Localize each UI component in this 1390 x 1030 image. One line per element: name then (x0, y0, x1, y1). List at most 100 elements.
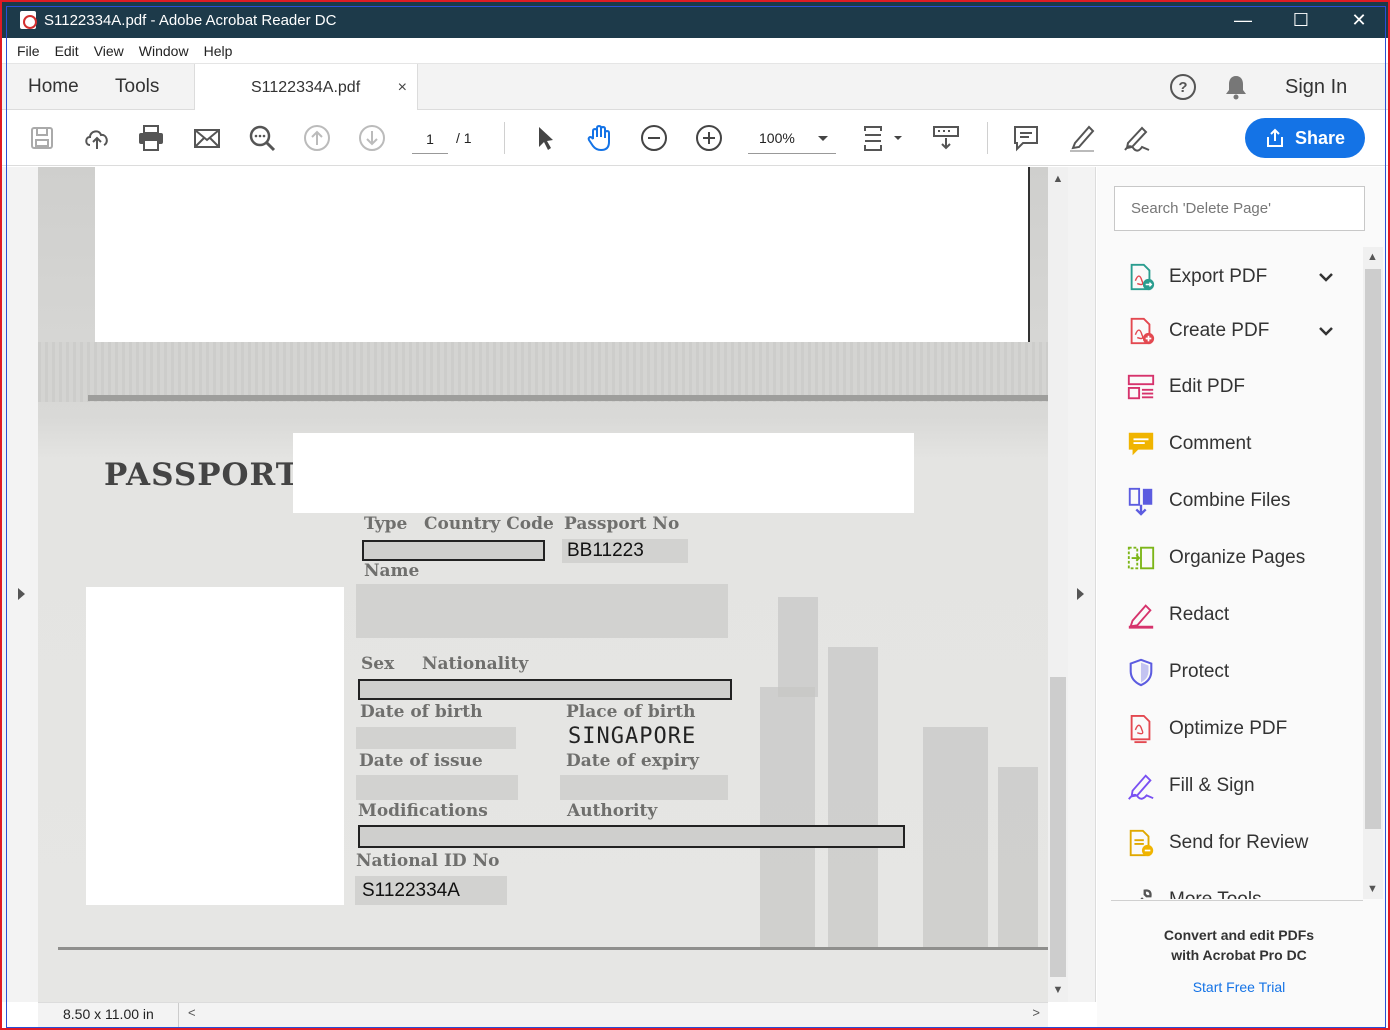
fill-sign-icon (1125, 770, 1157, 802)
tool-more-tools[interactable]: More Tools (1097, 880, 1362, 899)
tool-label: Edit PDF (1169, 376, 1246, 397)
pdf-file-icon (20, 11, 37, 29)
maximize-button[interactable]: ☐ (1272, 2, 1330, 38)
page-number-input[interactable]: 1 (412, 128, 448, 154)
expand-left-pane-icon[interactable] (18, 588, 25, 600)
page-texture-band (38, 342, 1048, 402)
menu-window[interactable]: Window (139, 43, 189, 59)
field-date-of-birth (356, 727, 516, 749)
value-place-of-birth: SINGAPORE (568, 724, 697, 749)
value-passport-no: BB11223 (567, 540, 644, 561)
hand-tool-icon[interactable] (583, 122, 615, 154)
email-icon[interactable] (191, 122, 223, 154)
next-page-icon[interactable] (356, 122, 388, 154)
upload-cloud-icon[interactable] (81, 122, 113, 154)
document-scrollbar[interactable]: ▲ ▼ (1048, 167, 1068, 1002)
help-icon[interactable]: ? (1170, 74, 1196, 100)
chevron-down-icon[interactable] (1316, 321, 1336, 341)
scroll-left-icon[interactable]: < (188, 1005, 196, 1020)
scrollbar-thumb[interactable] (1365, 269, 1381, 829)
redacted-photo-area (86, 587, 344, 905)
tool-protect[interactable]: Protect (1097, 652, 1362, 692)
field-modifications-authority (358, 825, 905, 848)
scrolling-mode-icon[interactable] (930, 122, 962, 154)
sign-in-button[interactable]: Sign In (1285, 76, 1347, 99)
scroll-up-icon[interactable]: ▲ (1367, 251, 1378, 263)
status-bar: 8.50 x 11.00 in < > (38, 1002, 1048, 1028)
background-pattern (923, 727, 988, 947)
document-view[interactable]: PASSPORT Type Country Code Passport No B… (38, 167, 1048, 1002)
tool-label: Optimize PDF (1169, 718, 1288, 739)
tab-home[interactable]: Home (28, 64, 79, 110)
minimize-button[interactable]: — (1214, 2, 1272, 38)
zoom-out-icon[interactable] (638, 122, 670, 154)
tabs-bar: Home Tools S1122334A.pdf × ? Sign In (2, 64, 1388, 111)
tool-organize-pages[interactable]: Organize Pages (1097, 538, 1362, 578)
chevron-down-icon[interactable] (1316, 267, 1336, 287)
combine-files-icon (1125, 485, 1157, 517)
scroll-down-icon[interactable]: ▼ (1052, 984, 1064, 996)
tool-create-pdf[interactable]: Create PDF (1097, 311, 1362, 351)
tool-label: Comment (1169, 433, 1252, 454)
zoom-in-icon[interactable] (693, 122, 725, 154)
menu-bar: File Edit View Window Help (2, 38, 1388, 64)
redacted-area-top (95, 167, 1030, 342)
menu-edit[interactable]: Edit (55, 43, 79, 59)
comment-icon[interactable] (1010, 122, 1042, 154)
tool-export-pdf[interactable]: Export PDF (1097, 257, 1362, 297)
share-button[interactable]: Share (1245, 118, 1365, 158)
window-title: S1122334A.pdf - Adobe Acrobat Reader DC (44, 11, 337, 29)
share-label: Share (1294, 127, 1346, 148)
tab-tools[interactable]: Tools (115, 64, 159, 110)
tool-redact[interactable]: Redact (1097, 595, 1362, 635)
right-pane-toggle[interactable] (1068, 167, 1096, 1002)
window-controls: — ☐ ✕ (1214, 2, 1388, 38)
page-size-readout: 8.50 x 11.00 in (63, 1006, 154, 1022)
value-national-id-no: S1122334A (362, 880, 460, 901)
tool-label: More Tools (1169, 889, 1262, 899)
scroll-down-icon[interactable]: ▼ (1367, 883, 1378, 895)
tab-document[interactable]: S1122334A.pdf × (194, 64, 418, 111)
tab-document-label: S1122334A.pdf (251, 78, 361, 96)
zoom-level-dropdown[interactable]: 100% (748, 126, 836, 154)
menu-file[interactable]: File (17, 43, 40, 59)
label-authority: Authority (567, 801, 658, 821)
select-cursor-icon[interactable] (528, 122, 560, 154)
start-free-trial-link[interactable]: Start Free Trial (1097, 979, 1381, 995)
tool-label: Protect (1169, 661, 1230, 682)
collapse-right-pane-icon[interactable] (1077, 588, 1084, 600)
previous-page-icon[interactable] (301, 122, 333, 154)
fill-sign-pen-icon[interactable] (1121, 122, 1153, 154)
tools-pane: Search 'Delete Page' Export PDF Create P… (1097, 167, 1388, 1028)
tool-edit-pdf[interactable]: Edit PDF (1097, 367, 1362, 407)
notifications-bell-icon[interactable] (1224, 74, 1248, 100)
field-sex-nationality (358, 679, 732, 700)
scroll-right-icon[interactable]: > (1032, 1005, 1040, 1020)
field-date-of-expiry (560, 775, 728, 800)
print-icon[interactable] (135, 122, 167, 154)
tools-pane-scrollbar[interactable]: ▲ ▼ (1363, 247, 1383, 899)
main-toolbar: 1 / 1 100% Share (2, 110, 1388, 166)
close-window-button[interactable]: ✕ (1330, 2, 1388, 38)
tool-optimize-pdf[interactable]: Optimize PDF (1097, 709, 1362, 749)
close-tab-button[interactable]: × (398, 79, 407, 97)
highlight-pen-icon[interactable] (1066, 122, 1098, 154)
edit-pdf-icon (1125, 371, 1157, 403)
scrollbar-thumb[interactable] (1050, 677, 1066, 977)
tool-send-for-review[interactable]: Send for Review (1097, 823, 1362, 863)
left-navigation-pane-toggle[interactable] (2, 167, 38, 1002)
find-search-icon[interactable] (246, 122, 278, 154)
background-pattern (778, 597, 818, 697)
fit-page-icon[interactable] (860, 122, 906, 154)
more-tools-icon (1125, 884, 1157, 899)
tool-combine-files[interactable]: Combine Files (1097, 481, 1362, 521)
page-edge-line (88, 395, 1048, 401)
save-icon[interactable] (26, 122, 58, 154)
tool-fill-sign[interactable]: Fill & Sign (1097, 766, 1362, 806)
menu-view[interactable]: View (94, 43, 124, 59)
scroll-up-icon[interactable]: ▲ (1052, 173, 1064, 185)
tools-search-input[interactable]: Search 'Delete Page' (1114, 186, 1365, 231)
tool-label: Fill & Sign (1169, 775, 1255, 796)
tool-comment[interactable]: Comment (1097, 424, 1362, 464)
menu-help[interactable]: Help (204, 43, 233, 59)
